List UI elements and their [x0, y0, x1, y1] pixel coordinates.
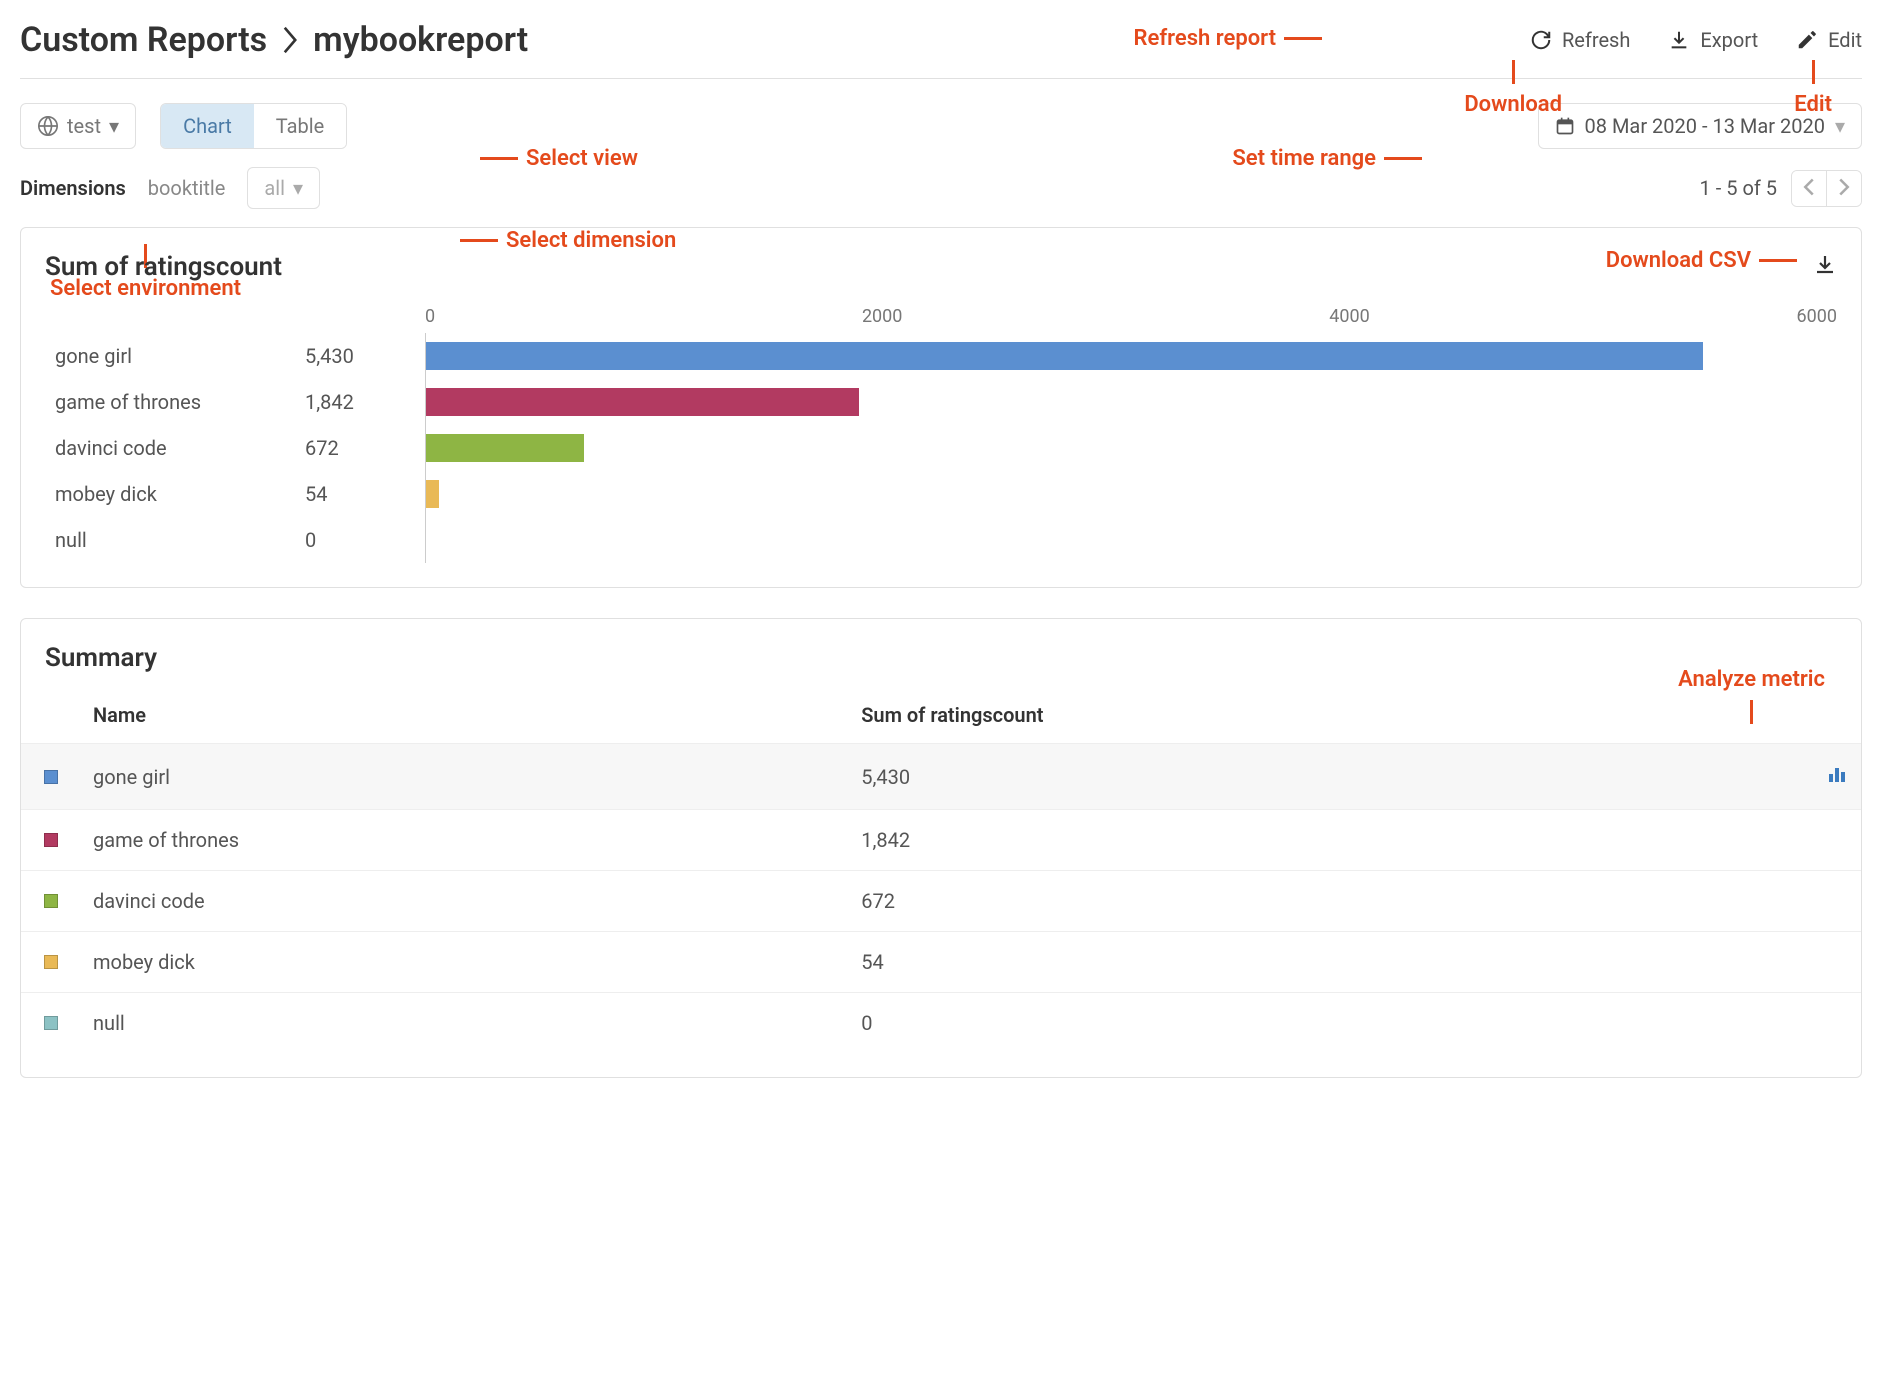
pagination-info: 1 - 5 of 5	[1700, 176, 1777, 200]
environment-select[interactable]: test ▾	[20, 103, 136, 149]
dimensions-label: Dimensions	[20, 176, 126, 200]
summary-panel: Summary Name Sum of ratingscount gone gi…	[20, 618, 1862, 1078]
edit-button[interactable]: Edit	[1796, 28, 1862, 52]
calendar-icon	[1555, 116, 1575, 136]
breadcrumb-root[interactable]: Custom Reports	[20, 20, 267, 60]
summary-title: Summary	[21, 643, 1861, 687]
chevron-left-icon	[1802, 177, 1816, 197]
caret-down-icon: ▾	[1835, 114, 1845, 138]
breadcrumb-current: mybookreport	[313, 20, 528, 60]
chart-row: davinci code672	[45, 425, 1837, 471]
dimension-name: booktitle	[148, 176, 226, 200]
chart-body: gone girl5,430game of thrones1,842davinc…	[45, 333, 1837, 563]
summary-row-name: davinci code	[81, 871, 849, 932]
chart-bar[interactable]	[426, 480, 439, 508]
date-range-value: 08 Mar 2020 - 13 Mar 2020	[1585, 114, 1825, 138]
color-swatch	[44, 894, 58, 908]
edit-label: Edit	[1828, 28, 1862, 52]
dimension-filter-select[interactable]: all ▾	[247, 167, 320, 209]
chart-row-label: davinci code	[45, 436, 305, 460]
analyze-icon[interactable]	[1825, 762, 1849, 786]
chart-x-axis: 0200040006000	[425, 306, 1837, 327]
breadcrumb: Custom Reports mybookreport	[20, 20, 528, 60]
chart-row-value: 1,842	[305, 390, 425, 414]
summary-row-value: 54	[849, 932, 1781, 993]
summary-col-name: Name	[81, 687, 849, 744]
chevron-right-icon	[283, 26, 297, 54]
refresh-label: Refresh	[1562, 28, 1630, 52]
table-row: game of thrones1,842	[21, 810, 1861, 871]
summary-row-value: 5,430	[849, 744, 1781, 810]
refresh-icon	[1530, 29, 1552, 51]
table-row: gone girl5,430	[21, 744, 1861, 810]
caret-down-icon: ▾	[109, 114, 119, 138]
environment-value: test	[67, 114, 101, 138]
tab-table[interactable]: Table	[254, 104, 346, 148]
download-csv-button[interactable]	[1813, 253, 1837, 282]
chart-row-label: null	[45, 528, 305, 552]
chart-title: Sum of ratingscount	[45, 252, 282, 282]
summary-row-value: 672	[849, 871, 1781, 932]
chevron-right-icon	[1837, 177, 1851, 197]
chart-row: mobey dick54	[45, 471, 1837, 517]
table-row: null0	[21, 993, 1861, 1054]
chart-row: gone girl5,430	[45, 333, 1837, 379]
view-tabs: Chart Table	[160, 103, 347, 149]
pencil-icon	[1796, 29, 1818, 51]
chart-row-label: gone girl	[45, 344, 305, 368]
color-swatch	[44, 955, 58, 969]
table-row: davinci code672	[21, 871, 1861, 932]
export-label: Export	[1700, 28, 1758, 52]
summary-row-name: game of thrones	[81, 810, 849, 871]
chart-row-value: 54	[305, 482, 425, 506]
chart-row-value: 0	[305, 528, 425, 552]
chart-bar[interactable]	[426, 434, 584, 462]
chart-row-label: mobey dick	[45, 482, 305, 506]
chart-row-value: 5,430	[305, 344, 425, 368]
page-next-button[interactable]	[1826, 171, 1861, 206]
chart-row: game of thrones1,842	[45, 379, 1837, 425]
color-swatch	[44, 1016, 58, 1030]
dimension-filter-value: all	[264, 176, 285, 200]
table-row: mobey dick54	[21, 932, 1861, 993]
globe-icon	[37, 115, 59, 137]
chart-bar[interactable]	[426, 342, 1703, 370]
chart-row: null0	[45, 517, 1837, 563]
chart-bar[interactable]	[426, 388, 859, 416]
chart-row-value: 672	[305, 436, 425, 460]
summary-row-name: null	[81, 993, 849, 1054]
summary-row-name: gone girl	[81, 744, 849, 810]
download-icon	[1668, 29, 1690, 51]
summary-row-value: 1,842	[849, 810, 1781, 871]
tab-chart[interactable]: Chart	[161, 104, 254, 148]
color-swatch	[44, 833, 58, 847]
summary-col-value: Sum of ratingscount	[849, 687, 1781, 744]
page-prev-button[interactable]	[1792, 171, 1826, 206]
refresh-button[interactable]: Refresh	[1530, 28, 1630, 52]
download-icon	[1813, 253, 1837, 277]
chart-panel: Sum of ratingscount 0200040006000 gone g…	[20, 227, 1862, 588]
export-button[interactable]: Export	[1668, 28, 1758, 52]
chart-row-label: game of thrones	[45, 390, 305, 414]
color-swatch	[44, 770, 58, 784]
summary-row-name: mobey dick	[81, 932, 849, 993]
summary-row-value: 0	[849, 993, 1781, 1054]
date-range-select[interactable]: 08 Mar 2020 - 13 Mar 2020 ▾	[1538, 103, 1862, 149]
caret-down-icon: ▾	[293, 176, 303, 200]
